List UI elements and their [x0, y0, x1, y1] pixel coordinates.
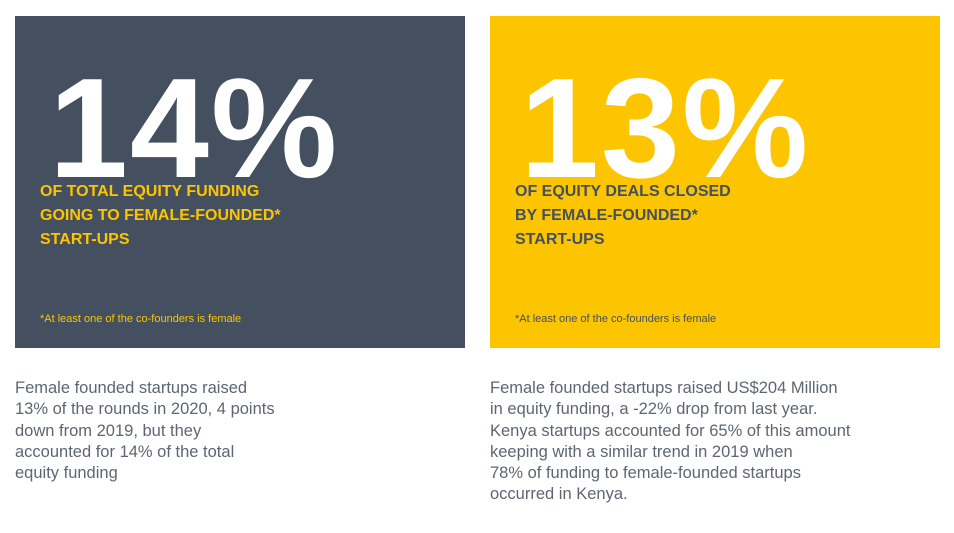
co-founder-footnote: *At least one of the co-founders is fema… [515, 313, 717, 325]
description-line: equity funding [15, 464, 118, 483]
description-line: Female founded startups raised US$204 Mi… [490, 379, 838, 397]
equity-deals-percentage: 13% [520, 49, 811, 208]
headline-line: OF EQUITY DEALS CLOSED [515, 183, 731, 200]
equity-deals-headline: OF EQUITY DEALS CLOSED BY FEMALE-FOUNDED… [515, 180, 731, 252]
description-line: Kenya startups accounted for 65% of this… [490, 421, 851, 440]
description-line: in equity funding, a -22% drop from last… [490, 400, 818, 419]
equity-funding-headline: OF TOTAL EQUITY FUNDING GOING TO FEMALE-… [40, 180, 281, 252]
headline-line: GOING TO FEMALE-FOUNDED* [40, 207, 281, 224]
equity-deals-stat-card: 13% OF EQUITY DEALS CLOSED BY FEMALE-FOU… [490, 16, 940, 348]
description-line: down from 2019, but they [15, 421, 202, 440]
headline-line: START-UPS [40, 231, 130, 248]
headline-line: START-UPS [515, 231, 605, 248]
description-line: keeping with a similar trend in 2019 whe… [490, 442, 793, 461]
equity-funding-stat-card: 14% OF TOTAL EQUITY FUNDING GOING TO FEM… [15, 16, 465, 348]
co-founder-footnote: *At least one of the co-founders is fema… [40, 313, 242, 325]
equity-funding-percentage: 14% [49, 49, 340, 208]
equity-funding-description: Female founded startups raised 13% of th… [15, 378, 275, 484]
description-line: 13% of the rounds in 2020, 4 points [15, 400, 275, 419]
equity-deals-description: Female founded startups raised US$204 Mi… [490, 378, 850, 506]
headline-line: BY FEMALE-FOUNDED* [515, 207, 698, 224]
description-line: occurred in Kenya. [490, 485, 628, 504]
description-line: accounted for 14% of the total [15, 442, 235, 461]
description-line: Female founded startups raised [15, 379, 248, 397]
description-line: 78% of funding to female-founded startup… [490, 464, 801, 483]
headline-line: OF TOTAL EQUITY FUNDING [40, 183, 260, 200]
